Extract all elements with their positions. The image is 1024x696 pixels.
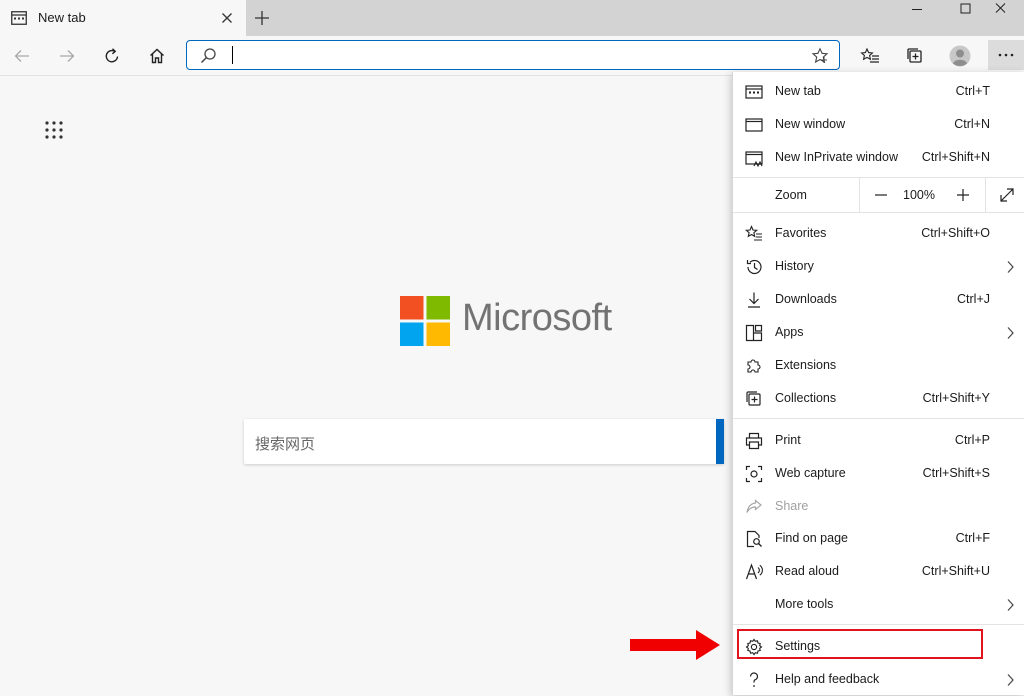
share-icon bbox=[745, 498, 763, 516]
address-bar[interactable] bbox=[186, 40, 840, 70]
zoom-row: Zoom 100% bbox=[733, 178, 1024, 212]
web-search-box[interactable]: 搜索网页 bbox=[244, 419, 724, 464]
profile-avatar-icon[interactable] bbox=[945, 42, 975, 70]
forward-arrow-icon[interactable] bbox=[52, 42, 82, 70]
inprivate-window-icon bbox=[745, 149, 763, 167]
menu-item-help-and-feedback[interactable]: Help and feedback bbox=[733, 664, 1024, 696]
menu-item-extensions[interactable]: Extensions bbox=[733, 350, 1024, 382]
chevron-right-icon bbox=[1005, 326, 1015, 340]
minimize-icon[interactable] bbox=[894, 0, 940, 20]
collections-icon bbox=[745, 390, 763, 408]
menu-item-history[interactable]: History bbox=[733, 251, 1024, 283]
zoom-in-plus-icon[interactable] bbox=[953, 185, 973, 205]
menu-item-new-tab[interactable]: New tab Ctrl+T bbox=[733, 76, 1024, 108]
menu-item-more-tools[interactable]: More tools bbox=[733, 589, 1024, 621]
menu-item-apps[interactable]: Apps bbox=[733, 317, 1024, 349]
search-placeholder: 搜索网页 bbox=[255, 436, 316, 453]
new-tab-plus-icon[interactable] bbox=[252, 8, 272, 28]
microsoft-logo-icon bbox=[400, 296, 450, 346]
new-tab-icon bbox=[745, 83, 763, 101]
full-screen-icon[interactable] bbox=[997, 185, 1017, 205]
web-capture-icon bbox=[745, 465, 763, 483]
settings-highlight-box bbox=[737, 629, 983, 659]
title-bar: New tab bbox=[0, 0, 1024, 36]
menu-item-read-aloud[interactable]: Read aloud Ctrl+Shift+U bbox=[733, 556, 1024, 588]
tab-close-icon[interactable] bbox=[219, 10, 235, 26]
settings-and-more-button[interactable] bbox=[988, 40, 1024, 70]
chevron-right-icon bbox=[1005, 673, 1015, 687]
history-icon bbox=[745, 258, 763, 276]
app-launcher-icon[interactable] bbox=[44, 121, 64, 139]
download-icon bbox=[745, 291, 763, 309]
favorites-icon bbox=[745, 225, 763, 243]
menu-separator bbox=[733, 418, 1024, 419]
settings-and-more-menu: New tab Ctrl+T New window Ctrl+N New InP… bbox=[732, 72, 1024, 695]
tab-title: New tab bbox=[38, 10, 86, 25]
favorites-list-icon[interactable] bbox=[855, 42, 885, 70]
collections-icon[interactable] bbox=[900, 42, 930, 70]
menu-item-find-on-page[interactable]: Find on page Ctrl+F bbox=[733, 523, 1024, 555]
toolbar bbox=[0, 36, 1024, 76]
apps-icon bbox=[745, 324, 763, 342]
zoom-value: 100% bbox=[903, 188, 935, 202]
zoom-label: Zoom bbox=[775, 188, 807, 202]
menu-item-share[interactable]: Share bbox=[733, 491, 1024, 523]
search-submit-button[interactable] bbox=[716, 419, 724, 464]
menu-separator bbox=[733, 212, 1024, 213]
red-arrow-annotation-icon bbox=[630, 629, 722, 661]
printer-icon bbox=[745, 432, 763, 450]
back-arrow-icon[interactable] bbox=[7, 42, 37, 70]
address-input[interactable] bbox=[237, 44, 801, 68]
chevron-right-icon bbox=[1005, 598, 1015, 612]
menu-item-favorites[interactable]: Favorites Ctrl+Shift+O bbox=[733, 218, 1024, 250]
refresh-icon[interactable] bbox=[97, 42, 127, 70]
puzzle-piece-icon bbox=[745, 357, 763, 375]
tab-new-tab[interactable]: New tab bbox=[0, 0, 246, 36]
menu-item-downloads[interactable]: Downloads Ctrl+J bbox=[733, 284, 1024, 316]
new-window-icon bbox=[745, 116, 763, 134]
menu-item-print[interactable]: Print Ctrl+P bbox=[733, 425, 1024, 457]
read-aloud-icon bbox=[745, 563, 763, 581]
chevron-right-icon bbox=[1005, 260, 1015, 274]
find-on-page-icon bbox=[745, 530, 763, 548]
menu-item-new-inprivate-window[interactable]: New InPrivate window Ctrl+Shift+N bbox=[733, 142, 1024, 174]
menu-item-new-window[interactable]: New window Ctrl+N bbox=[733, 109, 1024, 141]
search-icon bbox=[199, 47, 217, 65]
favorite-star-icon[interactable] bbox=[811, 47, 829, 65]
menu-item-collections[interactable]: Collections Ctrl+Shift+Y bbox=[733, 383, 1024, 415]
microsoft-wordmark: Microsoft bbox=[462, 297, 612, 339]
home-icon[interactable] bbox=[142, 42, 172, 70]
help-question-icon bbox=[745, 671, 763, 689]
zoom-out-minus-icon[interactable] bbox=[871, 185, 891, 205]
menu-separator bbox=[733, 624, 1024, 625]
text-cursor bbox=[232, 46, 233, 64]
new-tab-page-icon bbox=[11, 11, 27, 25]
close-window-icon[interactable] bbox=[978, 0, 1024, 20]
menu-item-web-capture[interactable]: Web capture Ctrl+Shift+S bbox=[733, 458, 1024, 490]
